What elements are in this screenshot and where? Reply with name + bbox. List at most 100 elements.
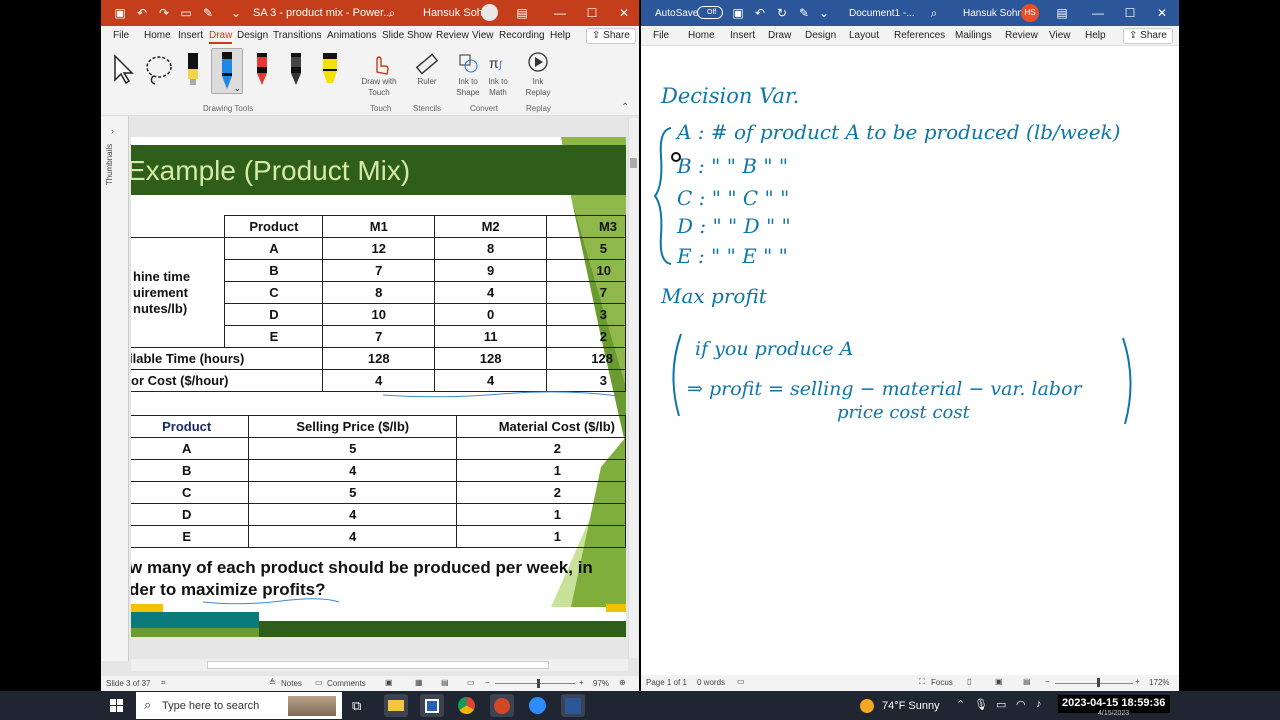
read-mode-icon[interactable]: ▯ bbox=[967, 677, 971, 686]
menu-insert[interactable]: Insert bbox=[178, 30, 203, 41]
photos-app-icon[interactable] bbox=[420, 694, 444, 717]
zoom-slider-thumb[interactable] bbox=[537, 679, 540, 688]
word-redo-icon[interactable]: ↻ bbox=[775, 6, 789, 20]
reading-view-icon[interactable]: ▤ bbox=[441, 678, 449, 687]
word-ribbon-display-icon[interactable]: ▤ bbox=[1055, 6, 1069, 20]
word-menu-view[interactable]: View bbox=[1049, 30, 1071, 41]
lasso-select-icon[interactable] bbox=[143, 54, 177, 86]
menu-draw[interactable]: Draw bbox=[209, 30, 233, 44]
word-pen-icon[interactable]: ✎ bbox=[797, 6, 811, 20]
slideshow-icon[interactable]: ▭ bbox=[467, 678, 475, 687]
word-menu-design[interactable]: Design bbox=[805, 30, 836, 41]
word-share-button[interactable]: ⇪ Share bbox=[1123, 28, 1173, 44]
ink-replay-icon[interactable] bbox=[527, 51, 549, 73]
collapse-ribbon-icon[interactable]: ⌃ bbox=[621, 102, 629, 113]
thumbnails-pane[interactable]: › Thumbnails bbox=[101, 116, 129, 661]
ruler-icon[interactable] bbox=[415, 52, 439, 76]
pen-icon[interactable]: ✎ bbox=[201, 6, 215, 20]
fit-slide-icon[interactable]: ⊕ bbox=[619, 678, 626, 687]
ink-replay-label[interactable]: Ink Replay bbox=[521, 76, 555, 98]
present-icon[interactable]: ▭ bbox=[179, 6, 193, 20]
print-layout-icon[interactable]: ▣ bbox=[995, 677, 1003, 686]
notes-icon[interactable]: ≜ bbox=[269, 678, 276, 687]
menu-transitions[interactable]: Transitions bbox=[273, 30, 322, 41]
ribbon-display-icon[interactable]: ▤ bbox=[515, 6, 529, 20]
ink-to-math-label[interactable]: Ink to Math bbox=[481, 76, 515, 98]
word-search-icon[interactable]: ⌕ bbox=[927, 6, 941, 20]
red-pen-icon[interactable] bbox=[253, 51, 271, 89]
microphone-icon[interactable]: 🎙 bbox=[974, 698, 988, 711]
word-minimize-icon[interactable]: — bbox=[1091, 6, 1105, 20]
word-close-icon[interactable]: ✕ bbox=[1155, 6, 1169, 20]
horizontal-scrollbar[interactable] bbox=[131, 659, 628, 671]
word-menu-references[interactable]: References bbox=[894, 30, 945, 41]
focus-icon[interactable]: ⛶ bbox=[919, 677, 925, 687]
word-zoom-out-icon[interactable]: − bbox=[1045, 677, 1050, 686]
selected-pen-tool[interactable]: ⌄ bbox=[211, 48, 243, 94]
highlighter-icon[interactable] bbox=[319, 51, 341, 89]
windows-start-icon[interactable] bbox=[110, 699, 124, 713]
word-maximize-icon[interactable]: ☐ bbox=[1123, 6, 1137, 20]
zoom-slider[interactable] bbox=[495, 683, 575, 684]
zoom-app-icon[interactable] bbox=[526, 694, 550, 717]
draw-with-touch-label[interactable]: Draw with Touch bbox=[353, 76, 405, 98]
ink-to-shape-icon[interactable] bbox=[457, 52, 479, 74]
ink-to-shape-label[interactable]: Ink to Shape bbox=[451, 76, 485, 98]
zoom-level[interactable]: 97% bbox=[593, 679, 609, 688]
search-icon[interactable]: ⌕ bbox=[385, 6, 399, 20]
proofing-icon[interactable]: ▭ bbox=[737, 677, 745, 686]
focus-button[interactable]: Focus bbox=[931, 678, 953, 687]
menu-animations[interactable]: Animations bbox=[327, 30, 376, 41]
chrome-icon[interactable] bbox=[455, 694, 479, 717]
network-icon[interactable]: ◠ bbox=[1016, 698, 1026, 711]
show-hidden-icons-icon[interactable]: ⌃ bbox=[956, 698, 965, 711]
volume-icon[interactable]: ♪ bbox=[1036, 698, 1042, 710]
file-explorer-icon[interactable] bbox=[384, 694, 408, 717]
vertical-scrollbar[interactable] bbox=[628, 118, 638, 658]
eraser-pen-icon[interactable] bbox=[185, 51, 201, 89]
avatar[interactable] bbox=[481, 4, 498, 21]
menu-home[interactable]: Home bbox=[144, 30, 171, 41]
word-customize-icon[interactable]: ⌄ bbox=[817, 6, 831, 20]
word-menu-review[interactable]: Review bbox=[1005, 30, 1038, 41]
task-view-icon[interactable]: ⧉ bbox=[352, 698, 361, 714]
normal-view-icon[interactable]: ▣ bbox=[385, 678, 393, 687]
word-menu-draw[interactable]: Draw bbox=[768, 30, 791, 41]
menu-recording[interactable]: Recording bbox=[499, 30, 545, 41]
undo-icon[interactable]: ↶ bbox=[135, 6, 149, 20]
zoom-in-icon[interactable]: + bbox=[579, 678, 584, 687]
black-pen-icon[interactable] bbox=[287, 51, 305, 89]
draw-with-touch-icon[interactable] bbox=[369, 52, 391, 76]
menu-help[interactable]: Help bbox=[550, 30, 571, 41]
word-undo-icon[interactable]: ↶ bbox=[753, 6, 767, 20]
word-taskbar-icon[interactable] bbox=[561, 694, 585, 717]
ink-to-math-icon[interactable]: π ∫ bbox=[487, 52, 509, 74]
menu-review[interactable]: Review bbox=[436, 30, 469, 41]
word-zoom-in-icon[interactable]: + bbox=[1135, 677, 1140, 686]
word-menu-mailings[interactable]: Mailings bbox=[955, 30, 992, 41]
ppt-share-button[interactable]: ⇪ Share bbox=[586, 28, 636, 44]
vertical-scroll-thumb[interactable] bbox=[630, 158, 637, 168]
word-avatar[interactable]: HS bbox=[1021, 4, 1039, 22]
minimize-icon[interactable]: — bbox=[553, 6, 567, 20]
slide-sorter-icon[interactable]: ▦ bbox=[415, 678, 423, 687]
expand-thumbnails-icon[interactable]: › bbox=[111, 126, 114, 136]
redo-icon[interactable]: ↷ bbox=[157, 6, 171, 20]
weather-sun-icon[interactable] bbox=[860, 699, 874, 713]
menu-design[interactable]: Design bbox=[237, 30, 268, 41]
word-menu-file[interactable]: File bbox=[653, 30, 669, 41]
taskbar-search-box[interactable]: ⌕ Type here to search bbox=[136, 692, 342, 719]
select-arrow-icon[interactable] bbox=[111, 54, 135, 84]
word-zoom-level[interactable]: 172% bbox=[1149, 678, 1169, 687]
notes-button[interactable]: Notes bbox=[281, 679, 302, 688]
comments-button[interactable]: Comments bbox=[327, 679, 366, 688]
word-save-icon[interactable]: ▣ bbox=[731, 6, 745, 20]
weather-text[interactable]: 74°F Sunny bbox=[882, 700, 940, 712]
word-document-page[interactable]: Decision Var. A : # of product A to be p… bbox=[641, 46, 1179, 675]
slide[interactable]: Example (Product Mix) Product M1 M2 M3 h… bbox=[131, 137, 626, 637]
menu-view[interactable]: View bbox=[472, 30, 494, 41]
ruler-label[interactable]: Ruler bbox=[411, 76, 443, 87]
close-icon[interactable]: ✕ bbox=[617, 6, 631, 20]
autosave-toggle[interactable]: Off bbox=[697, 6, 723, 19]
web-layout-icon[interactable]: ▤ bbox=[1023, 677, 1031, 686]
